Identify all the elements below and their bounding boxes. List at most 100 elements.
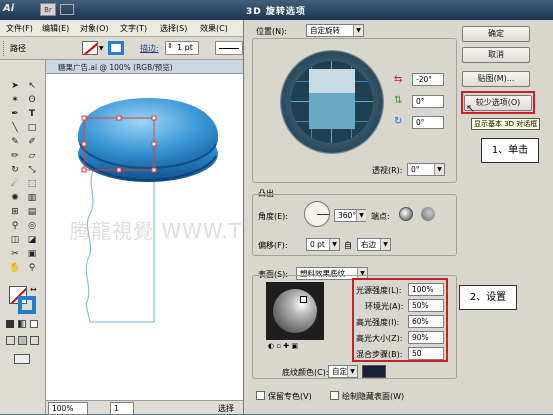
dialog-title: 3D 旋转选项 xyxy=(246,7,306,17)
stroke-style-dropdown[interactable] xyxy=(215,41,243,55)
offset-label: 偏移(F): xyxy=(258,241,288,250)
document-title: 糖果广告.ai @ 100% (RGB/预览) xyxy=(58,63,173,72)
paintbrush-icon[interactable]: ✎ xyxy=(8,136,22,149)
app-logo: Ai xyxy=(3,3,15,14)
menu-bar: 文件(F) 编辑(E) 对象(O) 文字(T) 选择(S) 效果(C) xyxy=(0,20,243,37)
chevron-down-icon[interactable]: ▼ xyxy=(353,25,363,36)
preserve-spot-checkbox[interactable] xyxy=(256,391,265,400)
gradient-tool-icon[interactable]: ▤ xyxy=(25,206,39,219)
light-sphere-preview[interactable] xyxy=(266,282,324,340)
page-field[interactable]: 1 xyxy=(110,402,134,415)
draw-normal-icon[interactable] xyxy=(6,336,15,345)
endpoint-hollow-icon[interactable] xyxy=(421,207,435,221)
selection-tool-icon[interactable]: ➤ xyxy=(8,80,22,93)
x-axis-rotate-icon: ⇆ xyxy=(394,74,403,85)
light-controls-icon[interactable]: ◐ ▫ ✚ ▣ xyxy=(268,342,298,350)
magic-wand-icon[interactable]: ✶ xyxy=(8,94,22,107)
endpoints-label: 端点: xyxy=(371,212,390,221)
selection-type-label: 路径 xyxy=(10,44,26,53)
eraser-icon[interactable]: ▱ xyxy=(25,150,39,163)
z-axis-rotate-icon: ↻ xyxy=(394,116,403,127)
map-art-button[interactable]: 贴图(M)... xyxy=(462,71,530,87)
chevron-down-icon[interactable]: ▼ xyxy=(329,239,339,250)
workspace-icon[interactable] xyxy=(60,4,74,15)
live-paint-icon[interactable]: ◫ xyxy=(8,234,22,247)
ok-button[interactable]: 确定 xyxy=(462,26,530,42)
preserve-spot-label: 保留专色(V) xyxy=(268,392,312,401)
menu-object[interactable]: 对象(O) xyxy=(80,23,109,34)
menu-effect[interactable]: 效果(C) xyxy=(200,23,228,34)
warp-tool-icon[interactable]: ☄ xyxy=(8,178,22,191)
stroke-color-box[interactable] xyxy=(18,296,36,314)
window-title-bar: Ai Br 3D 旋转选项 xyxy=(0,0,553,20)
menu-edit[interactable]: 编辑(E) xyxy=(42,23,69,34)
menu-file[interactable]: 文件(F) xyxy=(6,23,33,34)
stepper-icon[interactable]: ⇕ xyxy=(167,42,173,50)
eyedropper-icon[interactable]: ⚲ xyxy=(8,220,22,233)
revolve-angle-dial[interactable] xyxy=(304,201,330,227)
color-mode-icon[interactable] xyxy=(6,320,14,328)
artboard-tool-icon[interactable]: ▣ xyxy=(25,248,39,261)
endpoint-solid-icon[interactable] xyxy=(399,207,413,221)
status-text: 选择 xyxy=(218,404,234,413)
rotate-tool-icon[interactable]: ↻ xyxy=(8,164,22,177)
perspective-label: 透视(R): xyxy=(372,166,403,175)
cancel-button[interactable]: 取消 xyxy=(462,47,530,63)
symbol-sprayer-icon[interactable]: ✺ xyxy=(8,192,22,205)
mouse-cursor-icon: ↖ xyxy=(466,102,476,115)
pen-tool-icon[interactable]: ✒ xyxy=(8,108,22,121)
shading-color-swatch[interactable] xyxy=(362,365,386,378)
draw-inside-icon[interactable] xyxy=(30,336,39,345)
position-label: 位置(N): xyxy=(256,27,287,36)
scissors-icon[interactable]: ✂ xyxy=(8,248,22,261)
z-rotation-field[interactable]: 0° xyxy=(412,116,444,129)
fill-swatch[interactable] xyxy=(82,41,98,55)
menu-select[interactable]: 选择(S) xyxy=(160,23,187,34)
rectangle-tool-icon[interactable]: □ xyxy=(25,122,39,135)
rotation-track-cube[interactable] xyxy=(280,50,384,154)
screen-mode-icon[interactable] xyxy=(14,354,30,364)
zoom-field[interactable]: 100% xyxy=(48,402,88,415)
stroke-label[interactable]: 描边: xyxy=(140,43,159,54)
chevron-down-icon[interactable]: ▼ xyxy=(380,239,390,250)
chevron-down-icon[interactable]: ▼ xyxy=(347,366,357,377)
direct-selection-icon[interactable]: ↖ xyxy=(25,80,39,93)
type-tool-icon[interactable]: T xyxy=(25,108,39,121)
stroke-weight-value: 1 pt xyxy=(177,43,193,52)
draw-hidden-checkbox[interactable] xyxy=(330,391,339,400)
menu-type[interactable]: 文字(T) xyxy=(120,23,147,34)
mesh-tool-icon[interactable]: ⊞ xyxy=(8,206,22,219)
grip-handle[interactable] xyxy=(3,41,6,56)
x-rotation-field[interactable]: -20° xyxy=(412,73,444,86)
chevron-down-icon[interactable]: ▼ xyxy=(356,210,366,221)
zoom-tool-icon[interactable]: ⚲ xyxy=(25,262,39,275)
tools-panel: ➤ ↖ ✶ ʘ ✒ T ╲ □ ✎ ✐ ✏ ▱ ↻ ⤡ ☄ ⬚ ✺ ▥ ⊞ ▤ … xyxy=(0,60,46,414)
step1-callout: 1、单击 xyxy=(481,138,539,163)
lasso-icon[interactable]: ʘ xyxy=(25,94,39,107)
settings-highlight-box xyxy=(352,278,448,362)
chevron-down-icon[interactable]: ▼ xyxy=(99,45,104,52)
blob-brush-icon[interactable]: ✏ xyxy=(8,150,22,163)
y-rotation-field[interactable]: 0° xyxy=(412,95,444,108)
hand-tool-icon[interactable]: ✋ xyxy=(8,262,22,275)
pencil-icon[interactable]: ✐ xyxy=(25,136,39,149)
chevron-down-icon[interactable]: ▼ xyxy=(434,164,444,175)
graph-tool-icon[interactable]: ▥ xyxy=(25,192,39,205)
step2-callout: 2、设置 xyxy=(459,285,517,310)
slice-tool-icon[interactable]: ◪ xyxy=(25,234,39,247)
swap-colors-icon[interactable]: ↔ xyxy=(30,285,37,294)
status-bar: 100% 1 选择 xyxy=(46,400,243,415)
draw-behind-icon[interactable] xyxy=(18,336,27,345)
scale-tool-icon[interactable]: ⤡ xyxy=(25,164,39,177)
bridge-icon[interactable]: Br xyxy=(40,3,56,16)
free-transform-icon[interactable]: ⬚ xyxy=(25,178,39,191)
offset-from-label: 自 xyxy=(344,241,352,250)
draw-hidden-label: 绘制隐藏表面(W) xyxy=(342,392,405,401)
gradient-mode-icon[interactable] xyxy=(18,320,26,328)
none-mode-icon[interactable] xyxy=(30,320,38,328)
blend-tool-icon[interactable]: ◎ xyxy=(25,220,39,233)
y-axis-rotate-icon: ⇅ xyxy=(394,95,403,106)
line-tool-icon[interactable]: ╲ xyxy=(8,122,22,135)
stroke-swatch[interactable] xyxy=(108,41,124,55)
control-bar: 路径 ▼ 描边: ⇕ 1 pt xyxy=(0,37,243,60)
